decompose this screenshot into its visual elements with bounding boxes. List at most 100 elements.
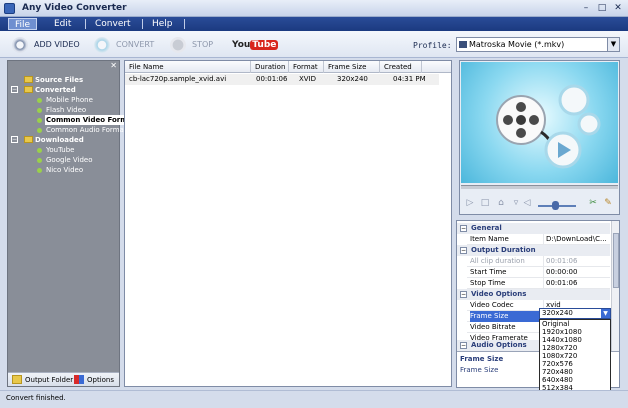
stop-button[interactable]: STOP <box>170 36 213 53</box>
bullet-icon <box>37 98 42 103</box>
prop-key: Frame Size <box>470 311 540 322</box>
stop-icon <box>170 36 186 53</box>
properties-scrollbar[interactable] <box>611 221 619 351</box>
bullet-icon <box>37 148 42 153</box>
options-button[interactable]: Options <box>74 375 114 384</box>
snapshot-icon[interactable]: ⌂ <box>496 198 506 208</box>
prop-start-time[interactable]: Start Time 00:00:00 <box>467 267 610 278</box>
youtube-button[interactable]: You Tube <box>232 36 279 53</box>
column-file-name[interactable]: File Name <box>125 61 251 73</box>
cell-frame-size: 320x240 <box>337 75 368 83</box>
menu-convert[interactable]: Convert <box>89 18 137 30</box>
convert-icon <box>94 36 110 53</box>
tree-item-flash-video[interactable]: Flash Video <box>46 105 86 115</box>
chevron-down-icon[interactable]: ▼ <box>607 38 619 51</box>
maximize-icon[interactable]: □ <box>596 3 608 14</box>
dropdown-option[interactable]: 1280x720 <box>540 344 610 352</box>
section-video-options-label: Video Options <box>471 290 527 298</box>
section-video-options[interactable]: − Video Options <box>457 289 610 300</box>
options-icon <box>74 375 84 384</box>
tree-item-nico-video[interactable]: Nico Video <box>46 165 83 175</box>
prop-item-name[interactable]: Item Name D:\DownLoad\C... <box>467 234 610 245</box>
dropdown-option[interactable]: 640x480 <box>540 376 610 384</box>
collapse-icon[interactable]: − <box>11 86 18 93</box>
chevron-down-icon[interactable]: ▼ <box>601 309 610 318</box>
folder-icon <box>24 86 33 93</box>
scrollbar-thumb[interactable] <box>613 233 619 288</box>
cell-format: XVID <box>299 75 317 83</box>
preview-screen <box>461 62 618 183</box>
profile-label: Profile: <box>413 41 452 50</box>
column-created[interactable]: Created <box>380 61 422 73</box>
add-video-button[interactable]: ADD VIDEO <box>12 36 80 53</box>
table-row[interactable]: cb-lac720p.sample_xvid.avi 00:01:06 XVID… <box>125 74 439 85</box>
volume-icon[interactable]: ◁ <box>522 198 532 208</box>
tree-item-converted[interactable]: Converted <box>35 85 76 95</box>
window-title: Any Video Converter <box>22 3 127 13</box>
cell-duration: 00:01:06 <box>256 75 288 83</box>
section-general[interactable]: − General <box>457 223 610 234</box>
dropdown-option[interactable]: 720x576 <box>540 360 610 368</box>
menu-edit[interactable]: Edit <box>48 18 77 30</box>
app-window: Any Video Converter – □ ✕ File Edit Conv… <box>0 0 628 408</box>
output-folder-label: Output Folder <box>25 375 74 384</box>
prop-stop-time[interactable]: Stop Time 00:01:06 <box>467 278 610 289</box>
stop-icon[interactable]: □ <box>480 198 490 208</box>
collapse-icon[interactable]: − <box>11 136 18 143</box>
play-icon[interactable]: ▷ <box>465 198 475 208</box>
frame-size-select[interactable]: 320x240 ▼ <box>539 308 611 319</box>
collapse-icon[interactable]: − <box>460 342 467 349</box>
dropdown-icon[interactable]: ▿ <box>511 198 521 208</box>
section-general-label: General <box>471 224 502 232</box>
options-label: Options <box>87 375 115 384</box>
preview-progress-bar[interactable] <box>461 185 618 189</box>
prop-value: 00:01:06 <box>543 278 609 289</box>
sidebar-close-icon[interactable]: ✕ <box>110 61 117 70</box>
bullet-icon <box>37 128 42 133</box>
profile-select[interactable]: Matroska Movie (*.mkv) ▼ <box>456 37 620 52</box>
dropdown-option[interactable]: 720x480 <box>540 368 610 376</box>
status-text: Convert finished. <box>6 394 66 402</box>
cut-icon[interactable]: ✂ <box>588 198 598 208</box>
tree-item-mobile-phone[interactable]: Mobile Phone <box>46 95 93 105</box>
collapse-icon[interactable]: − <box>460 247 467 254</box>
volume-slider-handle[interactable] <box>552 201 559 210</box>
dropdown-option[interactable]: Original <box>540 320 610 328</box>
cell-file-name: cb-lac720p.sample_xvid.avi <box>129 75 227 83</box>
convert-button[interactable]: CONVERT <box>94 36 154 53</box>
prop-key: Start Time <box>470 268 507 276</box>
tree-item-source-files[interactable]: Source Files <box>35 75 83 85</box>
section-output-duration[interactable]: − Output Duration <box>457 245 610 256</box>
collapse-icon[interactable]: − <box>460 291 467 298</box>
menu-help[interactable]: Help <box>146 18 179 30</box>
close-icon[interactable]: ✕ <box>612 3 624 14</box>
dropdown-option[interactable]: 1080x720 <box>540 352 610 360</box>
collapse-icon[interactable]: − <box>460 225 467 232</box>
tools-icon[interactable]: ✎ <box>603 198 613 208</box>
column-duration[interactable]: Duration <box>251 61 289 73</box>
youtube-logo: You Tube <box>232 39 279 50</box>
column-format[interactable]: Format <box>289 61 324 73</box>
dropdown-option[interactable]: 1440x1080 <box>540 336 610 344</box>
menu-file[interactable]: File <box>8 18 38 30</box>
tree-item-common-video[interactable]: Common Video Forma <box>45 115 137 125</box>
add-video-label: ADD VIDEO <box>34 40 80 49</box>
dropdown-option[interactable]: 1920x1080 <box>540 328 610 336</box>
output-folder-button[interactable]: Output Folder <box>12 375 73 384</box>
prop-key: Item Name <box>470 235 509 243</box>
description-text: Frame Size <box>460 366 499 374</box>
folder-icon <box>24 76 33 83</box>
sidebar-tree: ✕ Source Files − Converted Mobile Phone … <box>7 60 137 387</box>
film-reel-logo-icon <box>496 84 601 169</box>
video-preview: ▷ □ ⌂ ▿ ◁ ✂ ✎ <box>459 60 620 215</box>
menu-separator <box>184 19 185 29</box>
film-reel-icon <box>12 36 28 53</box>
column-frame-size[interactable]: Frame Size <box>324 61 380 73</box>
prop-value: D:\DownLoad\C... <box>543 234 609 245</box>
tree-item-google-video[interactable]: Google Video <box>46 155 93 165</box>
minimize-icon[interactable]: – <box>580 3 592 14</box>
tree-item-downloaded[interactable]: Downloaded <box>35 135 84 145</box>
tree-item-common-audio[interactable]: Common Audio Formats <box>46 125 130 135</box>
title-bar: Any Video Converter – □ ✕ <box>0 0 628 17</box>
tree-item-youtube[interactable]: YouTube <box>46 145 74 155</box>
